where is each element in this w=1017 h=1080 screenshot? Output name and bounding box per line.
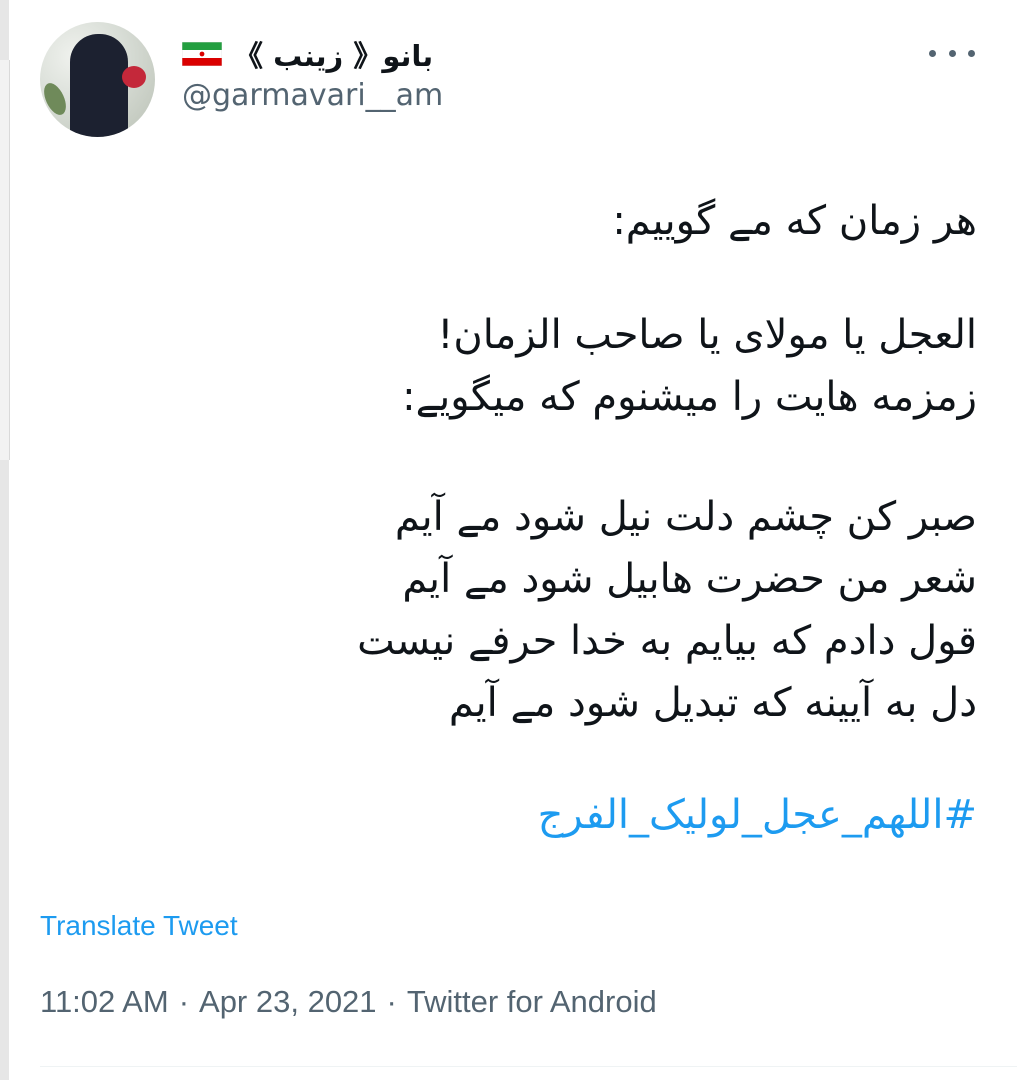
tweet-line-gap: [77, 428, 977, 486]
translate-tweet-button[interactable]: Translate Tweet: [40, 910, 238, 942]
tweet-source[interactable]: Twitter for Android: [407, 984, 657, 1019]
avatar-flower: [122, 66, 146, 88]
tweet-line: هر زمان که مے گوییم:: [612, 198, 977, 244]
more-options-icon[interactable]: [929, 40, 975, 66]
author-display-name[interactable]: بانو《 زینب 》: [234, 33, 433, 75]
more-dot: [968, 49, 975, 57]
avatar[interactable]: [40, 22, 155, 137]
left-edge-strip: [0, 0, 10, 1080]
tweet-time[interactable]: 11:02 AM: [40, 984, 169, 1019]
left-edge-notch: [0, 60, 10, 460]
avatar-figure: [70, 34, 128, 137]
tweet-card: بانو《 زینب 》 @garmavari__am هر زمان که م…: [40, 22, 985, 1062]
tweet-meta: 11:02 AM · Apr 23, 2021 · Twitter for Androi…: [40, 984, 657, 1020]
tweet-line: شعر من حضرت هابیل شود مے آیم: [402, 556, 977, 602]
tweet-line-gap: [77, 252, 977, 304]
hashtag-link[interactable]: #اللهم_عجل_لولیک_الفرج: [77, 784, 977, 846]
tweet-date[interactable]: Apr 23, 2021: [199, 984, 377, 1019]
bottom-divider: [40, 1066, 1017, 1067]
iran-flag-icon: [182, 42, 222, 66]
author-handle[interactable]: @garmavari__am: [182, 78, 443, 113]
tweet-line: صبر کن چشم دلت نیل شود مے آیم: [394, 494, 977, 540]
avatar-leaf: [40, 79, 71, 119]
author-name-row[interactable]: بانو《 زینب 》: [182, 34, 433, 74]
more-dot: [929, 49, 936, 57]
meta-separator: ·: [386, 984, 397, 1019]
tweet-line: زمزمه هایت را میشنوم که میگویے:: [402, 374, 977, 420]
tweet-line: دل به آیینه که تبدیل شود مے آیم: [448, 680, 977, 726]
tweet-text: هر زمان که مے گوییم: العجل یا مولای یا ص…: [77, 190, 977, 846]
tweet-line: العجل یا مولای یا صاحب الزمان!: [437, 312, 977, 358]
tweet-line: قول دادم که بیایم به خدا حرفے نیست: [357, 618, 977, 664]
more-dot: [948, 49, 956, 57]
meta-separator: ·: [178, 984, 190, 1019]
